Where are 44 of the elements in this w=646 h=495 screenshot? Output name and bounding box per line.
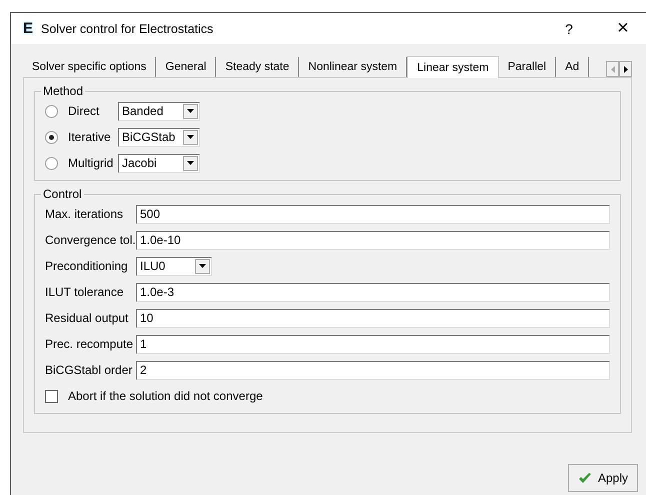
input-field[interactable]: 1.0e-3	[136, 282, 610, 302]
caret-down-icon	[187, 109, 194, 113]
check-icon	[578, 472, 592, 484]
field-label: Prec. recompute	[45, 337, 134, 351]
window-title: Solver control for Electrostatics	[41, 22, 214, 36]
tab[interactable]: Linear system	[407, 56, 499, 78]
field-label: BiCGStabl order	[45, 363, 134, 377]
field-label: Residual output	[45, 311, 130, 325]
dropdown[interactable]: Jacobi	[118, 154, 200, 172]
dropdown[interactable]: Banded	[118, 102, 200, 120]
close-button[interactable]: ×	[600, 13, 646, 44]
input-field[interactable]: 10	[136, 308, 610, 328]
checkbox-label: Abort if the solution did not converge	[68, 389, 263, 403]
radio-option[interactable]: Iterative	[45, 130, 118, 144]
field-label: Preconditioning	[45, 259, 129, 273]
field-label: Max. iterations	[45, 207, 124, 221]
radio-button[interactable]	[45, 156, 58, 170]
scroll-right-button[interactable]	[619, 61, 632, 77]
radio-option[interactable]: Multigrid	[45, 156, 118, 170]
radio-option[interactable]: Direct	[45, 104, 118, 118]
input-field[interactable]: 2	[136, 360, 610, 380]
left-arrow-icon	[610, 66, 614, 72]
caret-down-icon	[187, 135, 194, 139]
radio-button[interactable]	[45, 130, 58, 144]
caret-down-icon	[199, 264, 206, 268]
group-title: Control	[42, 187, 83, 201]
help-button[interactable]: ?	[546, 13, 592, 44]
input-field[interactable]: 500	[136, 204, 610, 224]
input-field[interactable]: 1	[136, 334, 610, 354]
right-arrow-icon	[624, 66, 628, 72]
apply-button[interactable]: Apply	[568, 464, 638, 492]
group-title: Method	[42, 84, 84, 98]
radio-button[interactable]	[45, 104, 58, 118]
dropdown[interactable]: ILU0	[136, 256, 212, 276]
input-field[interactable]: 1.0e-10	[136, 230, 610, 250]
checkbox[interactable]	[45, 390, 58, 402]
radio-label: Multigrid	[68, 156, 114, 170]
app-icon: E	[23, 20, 34, 37]
dropdown[interactable]: BiCGStab	[118, 128, 200, 146]
radio-label: Direct	[68, 104, 100, 118]
radio-label: Iterative	[68, 130, 111, 144]
field-label: Convergence tol.	[45, 233, 136, 247]
caret-down-icon	[187, 161, 194, 165]
field-label: ILUT tolerance	[45, 285, 124, 299]
